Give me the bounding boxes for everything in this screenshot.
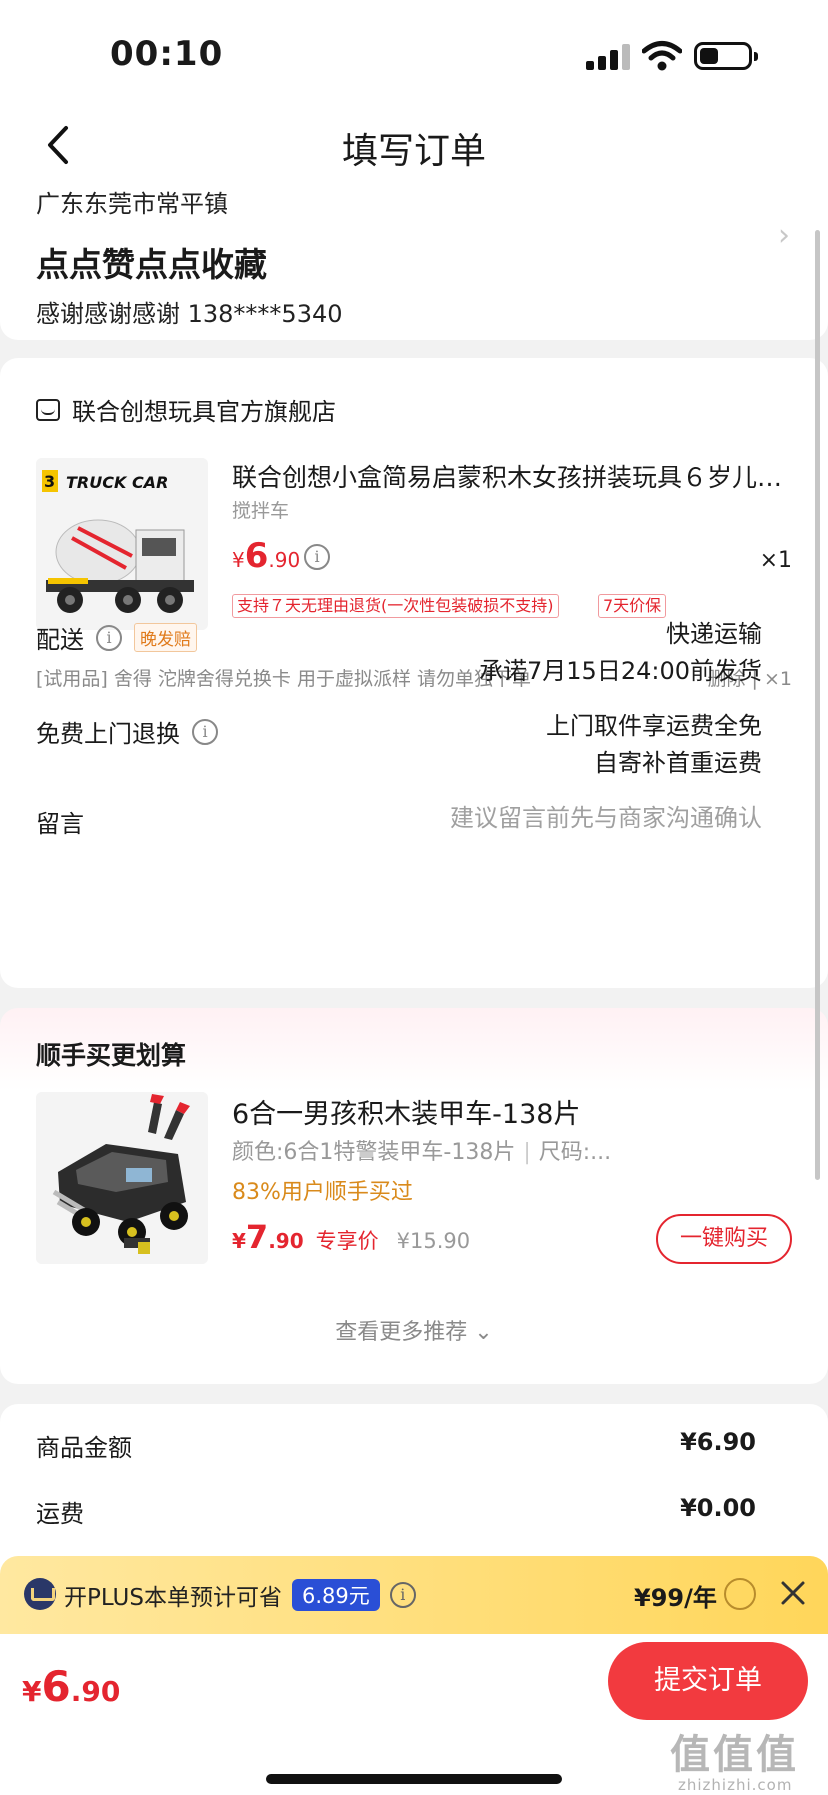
home-indicator[interactable] [266, 1774, 562, 1784]
address-contact: 感谢感谢感谢 138****5340 [36, 300, 343, 328]
product-spec: 搅拌车 [232, 500, 290, 522]
return-row-label: 免费上门退换 i [36, 714, 218, 749]
recommend-heading: 顺手买更划算 [36, 1041, 187, 1070]
view-more-recommend-button[interactable]: 查看更多推荐 ⌄ [0, 1314, 828, 1346]
delivery-value[interactable]: 快递运输 承诺7月15日24:00前发货 [479, 616, 762, 690]
late-compensation-badge: 晚发赔 [134, 623, 197, 652]
price-info-icon[interactable]: i [304, 544, 330, 570]
plus-info-icon[interactable]: i [389, 1582, 416, 1608]
plus-offer-text: 开PLUS本单预计可省 [64, 1585, 282, 1611]
return-policy-tag: 支持７天无理由退货(一次性包装破损不支持) [232, 594, 559, 618]
watermark-url: zhizhizhi.com [678, 1776, 793, 1794]
watermark-logo: 值值值 [670, 1732, 799, 1778]
armored-car-illustration [36, 1092, 208, 1264]
chevron-right-icon[interactable]: › [778, 218, 790, 253]
rec-price-integer: 7 [245, 1218, 269, 1256]
recommend-title[interactable]: 6合一男孩积木装甲车-138片 [232, 1092, 580, 1131]
plus-crown-icon [24, 1578, 56, 1610]
one-click-buy-button[interactable]: 一键购买 [656, 1214, 792, 1264]
wifi-icon [642, 41, 682, 71]
recommend-image[interactable] [36, 1092, 208, 1264]
scrollbar[interactable] [815, 230, 820, 1180]
close-icon[interactable] [776, 1576, 810, 1610]
address-card[interactable]: 广东东莞市常平镇 点点赞点点收藏 感谢感谢感谢 138****5340 › [0, 180, 828, 340]
return-label: 免费上门退换 [36, 720, 180, 748]
message-label: 留言 [36, 810, 84, 838]
plus-select-radio[interactable] [724, 1578, 756, 1610]
bottom-bar: ¥6.90 提交订单 值值值 zhizhizhi.com [0, 1634, 828, 1795]
recommend-spec: 颜色:6合1特警装甲车-138片 | 尺码:... [232, 1140, 612, 1165]
recommend-price: ¥7.90 专享价 ¥15.90 [232, 1218, 470, 1256]
address-detail: 点点赞点点收藏 [36, 245, 267, 284]
delivery-info-icon[interactable]: i [96, 624, 122, 651]
price-integer: 6 [244, 536, 269, 576]
return-value[interactable]: 上门取件享运费全免 自寄补首重运费 [546, 708, 762, 782]
svg-text:3: 3 [44, 472, 55, 491]
status-time: 00:10 [110, 34, 224, 74]
recommend-bought-rate: 83%用户顺手买过 [232, 1180, 413, 1205]
rec-price-decimal: .90 [268, 1229, 304, 1253]
delivery-row-label: 配送 i 晚发赔 [36, 620, 197, 655]
recommend-spec-color: 颜色:6合1特警装甲车-138片 [232, 1140, 516, 1165]
total-price: ¥6.90 [22, 1662, 120, 1711]
product-quantity: ×1 [759, 548, 792, 573]
status-bar: 00:10 [0, 0, 828, 110]
price-decimal: .90 [268, 548, 301, 572]
recommend-spec-size: 尺码:... [538, 1140, 612, 1165]
goods-amount-label: 商品金额 [36, 1434, 132, 1462]
total-currency: ¥ [22, 1675, 42, 1708]
shop-icon [36, 398, 60, 421]
total-decimal: .90 [70, 1675, 121, 1708]
shipping-row: 运费 ¥0.00 [36, 1494, 756, 1529]
plus-offer: 开PLUS本单预计可省 6.89元 i [64, 1578, 416, 1612]
truck-illustration: 3 TRUCK CAR [36, 458, 208, 630]
address-region: 广东东莞市常平镇 [36, 190, 228, 218]
shop-header[interactable]: 联合创想玩具官方旗舰店 [36, 392, 336, 427]
plus-save-amount: 6.89元 [291, 1579, 380, 1611]
return-info-icon[interactable]: i [192, 718, 218, 745]
product-title[interactable]: 联合创想小盒简易启蒙积木女孩拼装玩具６岁儿童礼物 [232, 458, 792, 494]
price-protect-tag: 7天价保 [598, 594, 667, 618]
recommend-card: 顺手买更划算 6合一男孩积木装甲车-138片 颜色:6合1特警装甲车-138片 |… [0, 1008, 828, 1384]
goods-amount-row: 商品金额 ¥6.90 [36, 1428, 756, 1463]
trial-item-note: [试用品] 舍得 沱牌舍得兑换卡 用于虚拟派样 请勿单独下单 [36, 668, 531, 690]
delivery-method: 快递运输 [666, 620, 762, 648]
total-integer: 6 [41, 1662, 71, 1711]
delivery-promise: 承诺7月15日24:00前发货 [479, 657, 762, 685]
shop-name: 联合创想玩具官方旗舰店 [72, 398, 336, 426]
plus-membership-bar[interactable]: 开PLUS本单预计可省 6.89元 i ¥99/年 [0, 1556, 828, 1634]
product-image[interactable]: 3 TRUCK CAR [36, 458, 208, 630]
product-price: ¥6.90 [232, 536, 300, 576]
battery-icon [694, 42, 758, 70]
price-currency: ¥ [232, 548, 245, 572]
signal-icon [586, 44, 630, 70]
return-line-2: 自寄补首重运费 [594, 749, 762, 777]
return-line-1: 上门取件享运费全免 [546, 712, 762, 740]
goods-amount-value: ¥6.90 [680, 1428, 756, 1456]
order-card: 联合创想玩具官方旗舰店 3 TRUCK CAR 联合创想小盒简易启蒙积木女孩拼装… [0, 358, 828, 988]
plus-price: ¥99/年 [634, 1584, 717, 1612]
exclusive-price-label: 专享价 [315, 1229, 379, 1253]
message-input[interactable]: 建议留言前先与商家沟通确认 [450, 800, 762, 837]
nav-header: 填写订单 [0, 110, 828, 180]
product-image-text: TRUCK CAR [66, 473, 168, 492]
delivery-label: 配送 [36, 626, 84, 654]
rec-price-currency: ¥ [232, 1229, 246, 1253]
shipping-label: 运费 [36, 1500, 84, 1528]
original-price: ¥15.90 [396, 1229, 471, 1253]
submit-order-button[interactable]: 提交订单 [608, 1642, 808, 1720]
shipping-value: ¥0.00 [680, 1494, 756, 1522]
page-title: 填写订单 [341, 131, 486, 172]
